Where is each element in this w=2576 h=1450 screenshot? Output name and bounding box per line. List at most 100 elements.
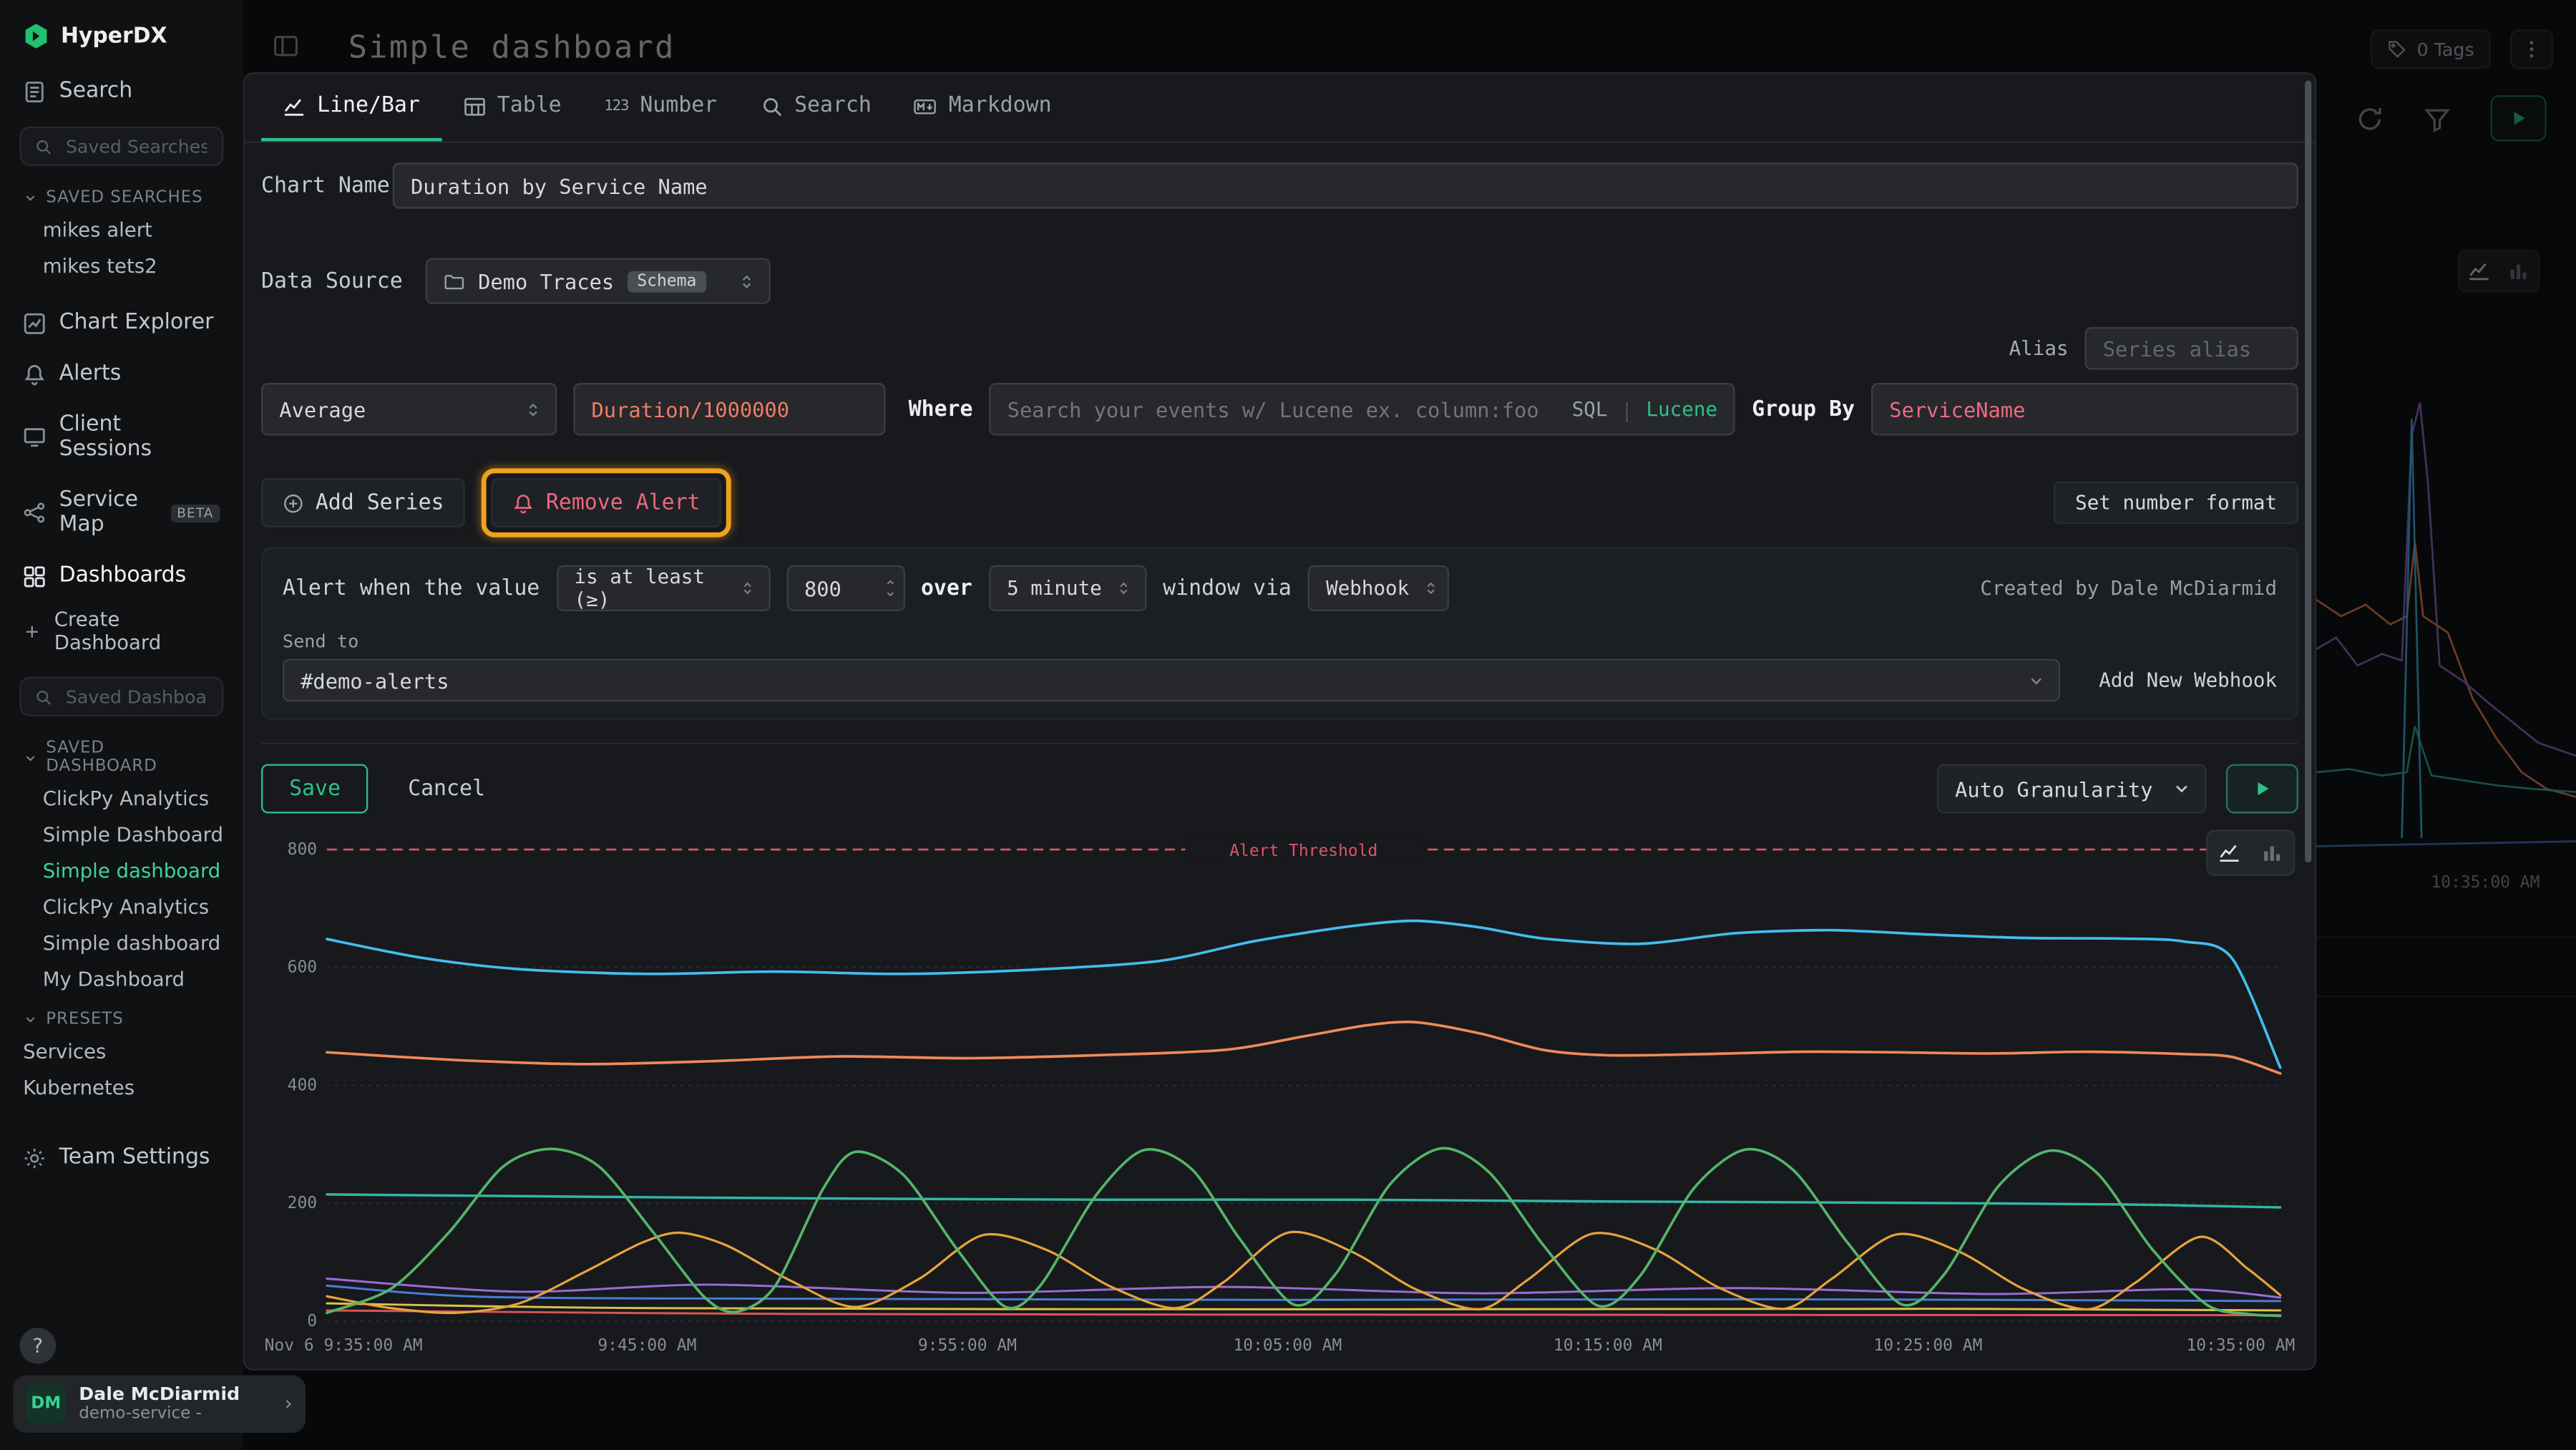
alert-channel-select[interactable]: Webhook [1308,565,1449,611]
brand[interactable]: HyperDX [0,0,243,66]
svg-text:0: 0 [307,1312,317,1330]
chevron-down-icon [2172,779,2192,799]
updown-icon [1423,580,1439,596]
search-icon [34,137,52,155]
webhook-select[interactable]: #demo-alerts [283,659,2059,702]
presets-section[interactable]: PRESETS [0,998,243,1034]
cancel-button[interactable]: Cancel [398,775,494,803]
sql-toggle[interactable]: SQL [1572,398,1608,421]
saved-searches-search[interactable] [20,127,224,166]
saved-dashboards-search[interactable] [20,677,224,716]
number-stepper[interactable] [883,577,896,600]
sidebar-item-dashboards[interactable]: Dashboards [0,550,243,601]
dashboard-item-active[interactable]: Simple dashboard [0,853,243,890]
alert-window-select[interactable]: 5 minute [989,565,1146,611]
aggregation-select[interactable]: Average [261,383,557,435]
where-search-input[interactable] [1008,396,1559,421]
group-by-input[interactable] [1871,383,2298,435]
grid-icon [23,565,46,588]
dashboard-item[interactable]: ClickPy Analytics [0,889,243,925]
sidebar-item-service-map[interactable]: Service Map BETA [0,475,243,551]
beta-badge: BETA [170,504,220,522]
number-icon: 123 [604,98,628,115]
sidebar-item-chart-explorer[interactable]: Chart Explorer [0,298,243,349]
chart-editor-modal: Line/Bar Table 123 Number Search Markdow… [243,72,2316,1371]
svg-text:800: 800 [288,840,317,859]
data-source-select[interactable]: Demo Traces Schema [426,258,771,303]
svg-text:Alert Threshold: Alert Threshold [1229,842,1377,860]
search-icon [34,688,52,706]
monitor-icon [23,426,46,449]
line-chart-icon [283,94,306,117]
tab-markdown[interactable]: Markdown [893,74,1073,141]
bell-icon [513,492,535,514]
svg-text:9:45:00 AM: 9:45:00 AM [597,1336,696,1355]
modal-scrollbar[interactable] [2305,80,2311,862]
table-icon [463,94,486,117]
dashboard-item[interactable]: Simple dashboard [0,925,243,962]
sidebar-item-client-sessions[interactable]: Client Sessions [0,399,243,475]
sidebar-item-alerts[interactable]: Alerts [0,349,243,399]
where-input[interactable]: SQL | Lucene [989,383,1735,435]
tab-number[interactable]: 123 Number [583,74,739,141]
saved-search-item[interactable]: mikes tets2 [0,248,243,285]
tab-line-bar[interactable]: Line/Bar [261,74,441,141]
saved-dashboards-input[interactable] [62,684,210,709]
chart-name-input[interactable] [393,162,2298,208]
dashboard-item[interactable]: My Dashboard [0,961,243,998]
alert-condition-select[interactable]: is at least (≥) [556,565,769,611]
document-icon [23,79,46,102]
bar-chart-toggle[interactable] [2250,832,2293,875]
chevron-down-icon [2026,671,2044,689]
modal-tabs: Line/Bar Table 123 Number Search Markdow… [245,74,2315,142]
svg-text:10:15:00 AM: 10:15:00 AM [1553,1336,1662,1355]
saved-dashboards-section[interactable]: SAVED DASHBOARD [0,726,243,781]
plus-icon [23,622,41,640]
preset-item[interactable]: Services [0,1033,243,1070]
save-button[interactable]: Save [261,764,369,814]
svg-text:200: 200 [288,1194,317,1212]
chart-name-label: Chart Name [261,173,393,198]
chart-type-toggle [2206,829,2295,875]
chevron-down-icon [23,750,38,765]
bar-chart-icon [2260,842,2283,865]
line-chart-toggle[interactable] [2208,832,2251,875]
chevron-down-icon [23,1012,38,1027]
window-via-label: window via [1163,576,1292,600]
svg-text:9:55:00 AM: 9:55:00 AM [918,1336,1017,1355]
svg-text:10:35:00 AM: 10:35:00 AM [2186,1336,2295,1355]
lucene-toggle[interactable]: Lucene [1646,398,1718,421]
schema-badge: Schema [628,271,706,292]
tab-table[interactable]: Table [441,74,583,141]
annotation-highlight: Remove Alert [482,468,731,537]
dashboard-item[interactable]: Simple Dashboard [0,817,243,853]
help-button[interactable]: ? [20,1328,57,1364]
add-new-webhook-button[interactable]: Add New Webhook [2099,668,2277,691]
add-series-button[interactable]: Add Series [261,478,465,527]
hyperdx-logo-icon [23,23,49,49]
saved-searches-section[interactable]: SAVED SEARCHES [0,176,243,213]
remove-alert-button[interactable]: Remove Alert [492,478,721,527]
set-number-format-button[interactable]: Set number format [2054,482,2298,525]
alias-input[interactable] [2084,327,2298,370]
field-input[interactable] [573,383,885,435]
dashboard-item[interactable]: ClickPy Analytics [0,781,243,817]
granularity-select[interactable]: Auto Granularity [1937,764,2207,814]
saved-search-item[interactable]: mikes alert [0,212,243,248]
share-icon [23,501,46,524]
sidebar-item-search[interactable]: Search [0,66,243,117]
chevron-right-icon: › [285,1393,293,1416]
created-by-label: Created by Dale McDiarmid [1980,577,2277,600]
saved-searches-input[interactable] [62,134,210,158]
run-chart-button[interactable] [2226,764,2298,814]
line-chart-icon [2218,842,2240,865]
alert-threshold-input[interactable]: 800 [786,565,904,611]
updown-icon [524,400,542,418]
user-menu[interactable]: DM Dale McDiarmid demo-service - › [13,1375,306,1433]
preset-item[interactable]: Kubernetes [0,1070,243,1106]
sidebar-item-team-settings[interactable]: Team Settings [0,1132,243,1183]
updown-icon [738,580,755,596]
create-dashboard-button[interactable]: Create Dashboard [0,601,243,667]
tab-search[interactable]: Search [738,74,893,141]
updown-icon [738,272,756,290]
